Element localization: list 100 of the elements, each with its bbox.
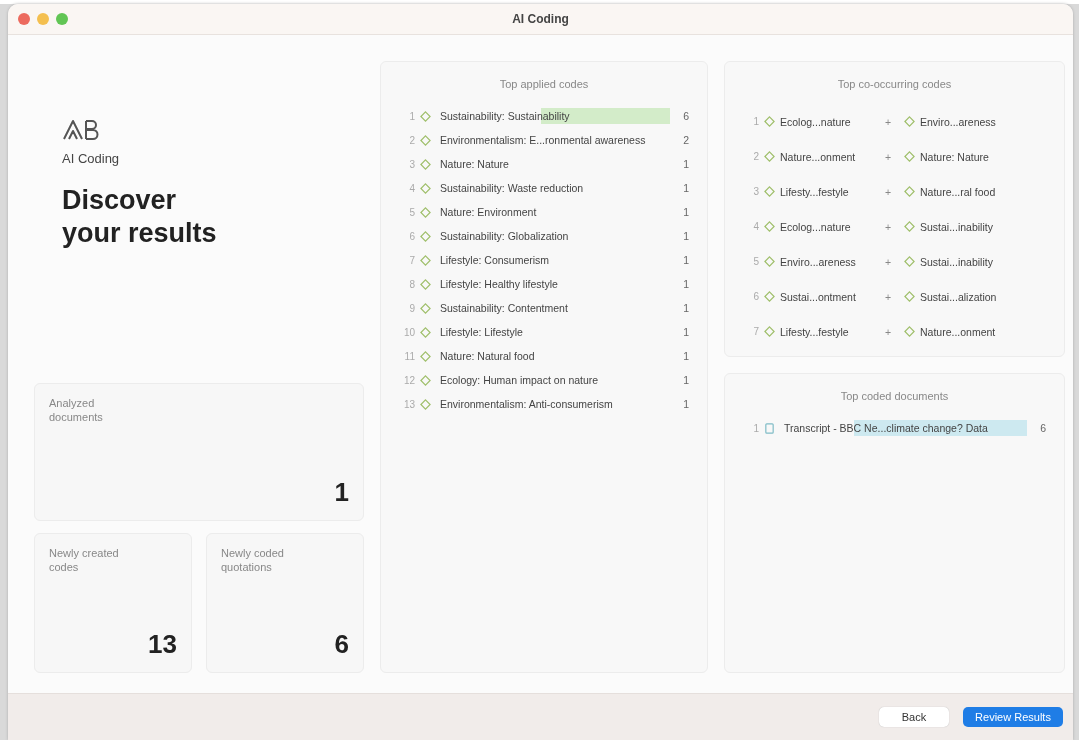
rank-number: 12 — [402, 374, 415, 386]
code-name[interactable]: Sustainability: Globalization — [436, 228, 670, 244]
code-icon — [904, 291, 915, 302]
app-name: AI Coding — [62, 151, 121, 166]
count: 1 — [682, 158, 689, 170]
rank-number: 3 — [752, 186, 759, 197]
code-icon — [764, 291, 775, 302]
rank-number: 2 — [408, 134, 415, 146]
count: 6 — [682, 110, 689, 122]
window-title: AI Coding — [512, 12, 569, 26]
code-name[interactable]: Ecolog...nature — [780, 220, 872, 233]
count: 1 — [682, 182, 689, 194]
code-name[interactable]: Nature...onment — [920, 325, 1012, 338]
rank-number: 3 — [408, 158, 415, 170]
rank-number: 1 — [408, 110, 415, 122]
rank-number: 1 — [752, 422, 759, 434]
stat-value: 13 — [148, 629, 177, 660]
code-icon — [420, 230, 431, 242]
plus-sign: + — [883, 255, 893, 268]
rank-number: 5 — [752, 256, 759, 267]
minimize-button[interactable] — [37, 13, 49, 25]
plus-sign: + — [883, 325, 893, 338]
code-name[interactable]: Nature...ral food — [920, 185, 1012, 198]
count: 1 — [682, 350, 689, 362]
code-icon — [904, 221, 915, 232]
code-name[interactable]: Environmentalism: E...ronmental awareness — [436, 132, 670, 148]
code-name[interactable]: Lifesty...festyle — [780, 185, 872, 198]
code-name[interactable]: Lifesty...festyle — [780, 325, 872, 338]
code-name[interactable]: Enviro...areness — [780, 255, 872, 268]
code-icon — [420, 398, 431, 410]
code-name[interactable]: Lifestyle: Healthy lifestyle — [436, 276, 670, 292]
code-name[interactable]: Sustai...inability — [920, 255, 1012, 268]
code-icon — [764, 151, 775, 162]
code-name[interactable]: Nature: Natural food — [436, 348, 670, 364]
code-name[interactable]: Lifestyle: Lifestyle — [436, 324, 670, 340]
rank-number: 10 — [402, 326, 415, 338]
code-name[interactable]: Ecolog...nature — [780, 115, 872, 128]
code-name[interactable]: Nature: Nature — [436, 156, 670, 172]
rank-number: 1 — [752, 116, 759, 127]
code-name[interactable]: Nature: Nature — [920, 150, 1012, 163]
stat-label: Newly coded quotations — [221, 546, 285, 574]
count: 1 — [682, 254, 689, 266]
code-name[interactable]: Nature...onment — [780, 150, 872, 163]
code-icon — [420, 278, 431, 290]
plus-sign: + — [883, 220, 893, 233]
code-icon — [904, 116, 915, 127]
count: 1 — [682, 230, 689, 242]
rank-number: 9 — [408, 302, 415, 314]
code-icon — [764, 116, 775, 127]
rank-number: 5 — [408, 206, 415, 218]
zoom-button[interactable] — [56, 13, 68, 25]
count: 1 — [682, 374, 689, 386]
rank-number: 6 — [408, 230, 415, 242]
count: 1 — [682, 278, 689, 290]
code-icon — [420, 206, 431, 218]
code-icon — [904, 151, 915, 162]
count: 1 — [682, 398, 689, 410]
panel-title: Top coded documents — [839, 390, 950, 402]
code-icon — [904, 326, 915, 337]
code-name[interactable]: Sustai...ontment — [780, 290, 872, 303]
code-name[interactable]: Sustai...inability — [920, 220, 1012, 233]
stat-value: 6 — [334, 629, 349, 660]
code-name[interactable]: Environmentalism: Anti-consumerism — [436, 396, 670, 412]
code-name[interactable]: Sustainability: Waste reduction — [436, 180, 670, 196]
code-icon — [420, 182, 431, 194]
code-name[interactable]: Enviro...areness — [920, 115, 1012, 128]
code-icon — [420, 374, 431, 386]
code-icon — [420, 302, 431, 314]
code-name[interactable]: Ecology: Human impact on nature — [436, 372, 670, 388]
count: 1 — [682, 326, 689, 338]
code-name[interactable]: Sustai...alization — [920, 290, 1012, 303]
count: 6 — [1039, 422, 1046, 434]
document-icon — [764, 422, 775, 434]
rank-number: 4 — [408, 182, 415, 194]
code-name[interactable]: Nature: Environment — [436, 204, 670, 220]
code-icon — [904, 256, 915, 267]
code-name[interactable]: Sustainability: Contentment — [436, 300, 670, 316]
stat-label: Analyzed documents — [49, 396, 104, 424]
plus-sign: + — [883, 150, 893, 163]
count: 1 — [682, 206, 689, 218]
code-icon — [420, 350, 431, 362]
code-icon — [764, 326, 775, 337]
plus-sign: + — [883, 115, 893, 128]
rank-number: 11 — [403, 350, 415, 362]
rank-number: 7 — [408, 254, 415, 266]
plus-sign: + — [883, 290, 893, 303]
code-icon — [904, 186, 915, 197]
code-name[interactable]: Lifestyle: Consumerism — [436, 252, 670, 268]
code-icon — [420, 110, 431, 122]
count: 1 — [682, 302, 689, 314]
rank-number: 7 — [752, 326, 759, 337]
close-button[interactable] — [18, 13, 30, 25]
panel-title: Top co-occurring codes — [836, 78, 953, 90]
review-results-button[interactable]: Review Results — [963, 707, 1063, 727]
heading: Discover your results — [62, 184, 218, 250]
back-button[interactable]: Back — [879, 707, 949, 727]
rank-number: 2 — [752, 151, 759, 162]
panel-title: Top applied codes — [498, 78, 590, 90]
rank-number: 6 — [752, 291, 759, 302]
code-icon — [764, 256, 775, 267]
